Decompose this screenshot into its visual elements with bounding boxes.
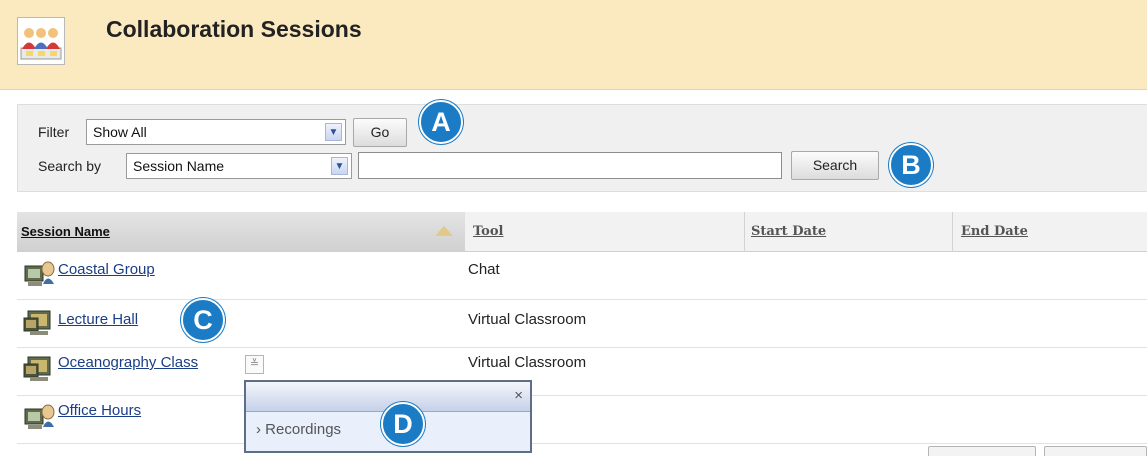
tool-cell: Virtual Classroom (468, 311, 587, 328)
classroom-session-icon (22, 354, 56, 382)
page-title: Collaboration Sessions (106, 16, 362, 42)
people-group-icon (17, 17, 65, 65)
session-link[interactable]: Coastal Group (58, 261, 155, 278)
column-end-date[interactable]: End Date (961, 212, 1028, 252)
table-row: Coastal Group Chat (17, 252, 1147, 300)
chevron-down-icon: ▼ (325, 123, 342, 141)
table-row: Oceanography Class ≚ Virtual Classroom (17, 348, 1147, 396)
filter-select[interactable]: Show All ▼ (86, 119, 346, 145)
table-header: Session Name Tool Start Date End Date (17, 212, 1147, 252)
recordings-label: Recordings (265, 421, 342, 438)
session-link[interactable]: Oceanography Class (58, 354, 198, 371)
search-by-label: Search by (38, 158, 102, 174)
column-divider (744, 212, 745, 252)
column-divider (952, 212, 953, 252)
session-link[interactable]: Lecture Hall (58, 311, 138, 328)
chevron-down-icon: ▼ (331, 157, 348, 175)
callout-c: C (181, 298, 225, 342)
chevron-double-down-icon[interactable]: ≚ (245, 355, 264, 374)
tool-cell: Virtual Classroom (468, 354, 587, 371)
tool-cell: Chat (468, 261, 500, 278)
column-tool[interactable]: Tool (473, 212, 503, 252)
go-button[interactable]: Go (353, 118, 407, 147)
column-session-name[interactable]: Session Name (17, 212, 465, 252)
filter-label: Filter (38, 124, 70, 140)
search-by-select[interactable]: Session Name ▼ (126, 153, 352, 179)
filter-select-value: Show All (93, 124, 147, 140)
column-start-date[interactable]: Start Date (751, 212, 826, 252)
chat-session-icon (22, 403, 56, 431)
chevron-right-icon: › (256, 421, 261, 438)
sort-ascending-icon[interactable] (435, 226, 453, 236)
pagination-button[interactable] (928, 446, 1036, 456)
session-link[interactable]: Office Hours (58, 402, 141, 419)
menu-item-label: › Recordings (256, 421, 341, 438)
search-input[interactable] (358, 152, 782, 179)
pagination-button[interactable] (1044, 446, 1147, 456)
page-header: Collaboration Sessions (0, 0, 1147, 90)
chat-session-icon (22, 260, 56, 288)
callout-d: D (381, 402, 425, 446)
table-row: Office Hours (17, 396, 1147, 444)
classroom-session-icon (22, 308, 56, 336)
callout-b: B (889, 143, 933, 187)
search-by-select-value: Session Name (133, 158, 225, 174)
callout-a: A (419, 100, 463, 144)
search-button[interactable]: Search (791, 151, 879, 180)
close-icon[interactable]: × (514, 388, 523, 404)
